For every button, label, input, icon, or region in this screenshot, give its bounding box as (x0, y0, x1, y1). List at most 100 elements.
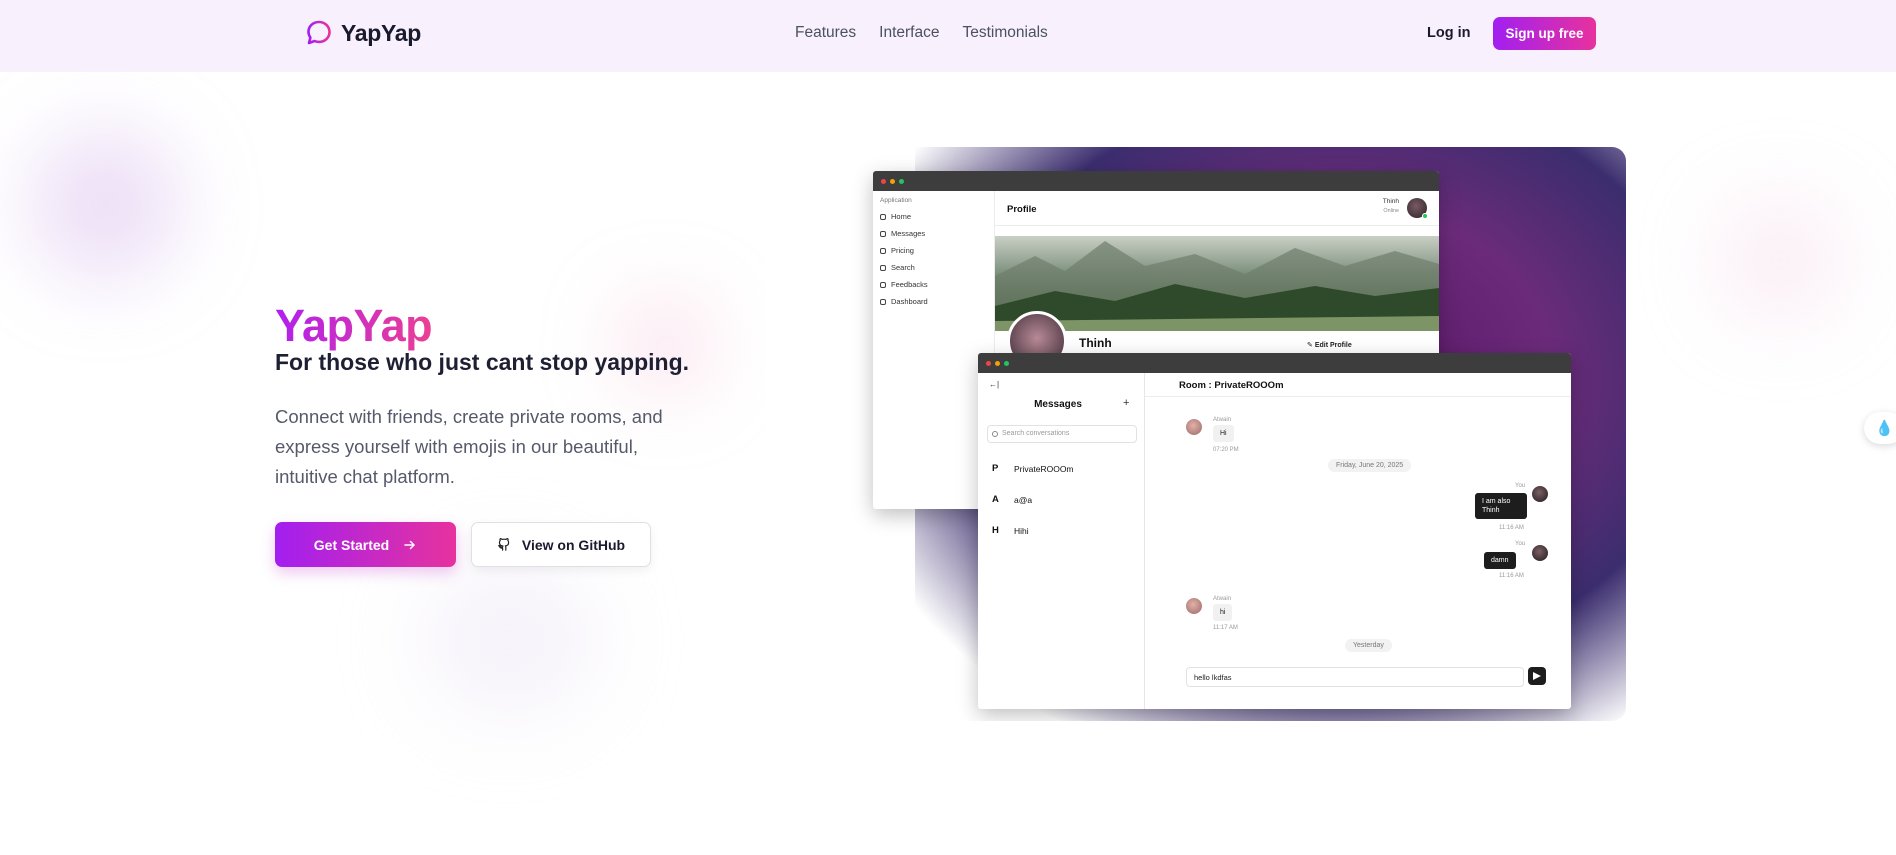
nav-links: Features Interface Testimonials (795, 24, 1048, 42)
message-sender: You (1515, 541, 1526, 547)
chat-window-preview: ←| Messages + Search conversations P Priv… (978, 353, 1571, 709)
nav-link-testimonials[interactable]: Testimonials (962, 24, 1047, 42)
brand-logo[interactable]: YapYap (305, 19, 421, 47)
sidebar-item-pricing[interactable]: Pricing (880, 246, 914, 255)
conversation-initial: A (992, 494, 999, 505)
app-sidebar: Application Home Messages Pricing Search… (873, 191, 995, 509)
current-user-status: Online (1383, 208, 1399, 214)
nav-link-features[interactable]: Features (795, 24, 856, 42)
messages-icon (880, 230, 886, 237)
avatar (1186, 598, 1202, 614)
chat-bubble-icon (307, 20, 331, 45)
profile-banner-image (995, 236, 1439, 331)
app-preview: Application Home Messages Pricing Search… (765, 147, 1626, 721)
message-time: 11:17 AM (1213, 625, 1238, 631)
conversations-panel: ←| Messages + Search conversations P Priv… (978, 373, 1145, 709)
maximize-dot-icon (899, 178, 904, 184)
get-started-button[interactable]: Get Started (275, 522, 456, 567)
room-header: Room : PrivateROOOm (1145, 373, 1571, 397)
message-bubble: hi (1213, 604, 1233, 621)
conversation-name: Hihi (1014, 525, 1029, 536)
dashboard-icon (880, 298, 886, 305)
online-indicator (1422, 213, 1428, 219)
message-sender: Atwain (1213, 596, 1232, 602)
current-user: Thinh Online (1383, 197, 1399, 216)
avatar (1532, 545, 1548, 561)
decor-blob (420, 560, 600, 720)
minimize-dot-icon (995, 360, 1000, 366)
hero-title: YapYap (275, 300, 433, 351)
sidebar-item-search[interactable]: Search (880, 263, 915, 272)
room-title: Room : PrivateROOOm (1179, 380, 1284, 391)
get-started-label: Get Started (313, 536, 390, 553)
message-sender: Atwain (1213, 417, 1232, 423)
profile-page-title: Profile (1007, 204, 1037, 215)
profile-header: Profile Thinh Online (995, 191, 1439, 226)
new-conversation-icon[interactable]: + (1123, 397, 1129, 409)
sidebar-item-label: Feedbacks (891, 280, 928, 289)
decor-blob (30, 130, 180, 280)
sidebar-item-label: Pricing (891, 246, 914, 255)
date-divider: Friday, June 20, 2025 (1328, 459, 1412, 472)
nav-link-interface[interactable]: Interface (879, 24, 939, 42)
conversation-name: a@a (1014, 494, 1033, 505)
rocket-icon (880, 247, 886, 254)
view-github-button[interactable]: View on GitHub (471, 522, 651, 567)
droplet-icon: 💧 (1875, 420, 1894, 437)
hero-description: Connect with friends, create private roo… (275, 406, 663, 487)
sidebar-item-feedbacks[interactable]: Feedbacks (880, 280, 928, 289)
message-time: 11:16 AM (1499, 573, 1524, 579)
edit-profile-label: Edit Profile (1314, 342, 1352, 349)
window-titlebar (873, 171, 1439, 191)
avatar (1532, 486, 1548, 502)
signup-button[interactable]: Sign up free (1493, 17, 1596, 50)
avatar (1186, 419, 1202, 435)
search-icon (880, 264, 886, 271)
arrow-right-icon (404, 540, 416, 549)
message-time: 11:16 AM (1499, 525, 1524, 531)
message-bubble: I am also Thinh (1475, 493, 1527, 519)
messages-heading: Messages (1034, 399, 1082, 410)
conversation-name: PrivateROOOm (1014, 463, 1074, 474)
date-divider: Yesterday (1345, 639, 1392, 652)
close-dot-icon (881, 178, 886, 184)
sidebar-item-home[interactable]: Home (880, 212, 911, 221)
sidebar-item-dashboard[interactable]: Dashboard (880, 297, 928, 306)
feedback-icon (880, 281, 886, 288)
edit-profile-button[interactable]: ✎ Edit Profile (1307, 341, 1352, 349)
sidebar-item-messages[interactable]: Messages (880, 229, 925, 238)
current-user-name: Thinh (1382, 198, 1399, 205)
conversation-initial: P (992, 463, 999, 474)
message-input[interactable]: hello lkdfas (1186, 667, 1524, 687)
message-sender: You (1515, 483, 1526, 489)
brand-name: YapYap (341, 19, 422, 46)
collapse-sidebar-icon[interactable]: ←| (989, 380, 999, 389)
hero-subtitle: For those who just cant stop yapping. (275, 349, 690, 375)
view-github-label: View on GitHub (521, 536, 626, 553)
send-button[interactable] (1528, 667, 1546, 685)
message-bubble: Hi (1213, 425, 1234, 442)
login-link[interactable]: Log in (1427, 25, 1471, 41)
search-placeholder: Search conversations (1002, 430, 1070, 437)
maximize-dot-icon (1004, 360, 1009, 366)
conversation-initial: H (992, 525, 999, 536)
search-input[interactable]: Search conversations (987, 425, 1137, 443)
profile-name: Thinh (1079, 336, 1112, 350)
message-bubble: damn (1484, 552, 1516, 569)
minimize-dot-icon (890, 178, 895, 184)
conversation-item[interactable]: H Hihi (992, 525, 1029, 536)
message-time: 07:20 PM (1213, 447, 1239, 453)
mountain-landscape-image (995, 241, 1439, 331)
conversation-item[interactable]: Aa@a (992, 494, 1032, 505)
top-navbar: YapYap Features Interface Testimonials L… (0, 0, 1896, 72)
conversation-item[interactable]: P PrivateROOOm (992, 463, 1074, 474)
sidebar-item-label: Home (891, 212, 912, 221)
close-dot-icon (986, 360, 991, 366)
decor-blob (1720, 200, 1840, 320)
avatar[interactable] (1407, 198, 1428, 219)
sidebar-item-label: Search (891, 263, 915, 272)
sidebar-item-label: Dashboard (891, 297, 928, 306)
floating-widget-button[interactable]: 💧 (1864, 412, 1896, 444)
sidebar-item-label: Messages (891, 229, 926, 238)
github-icon (498, 538, 510, 551)
